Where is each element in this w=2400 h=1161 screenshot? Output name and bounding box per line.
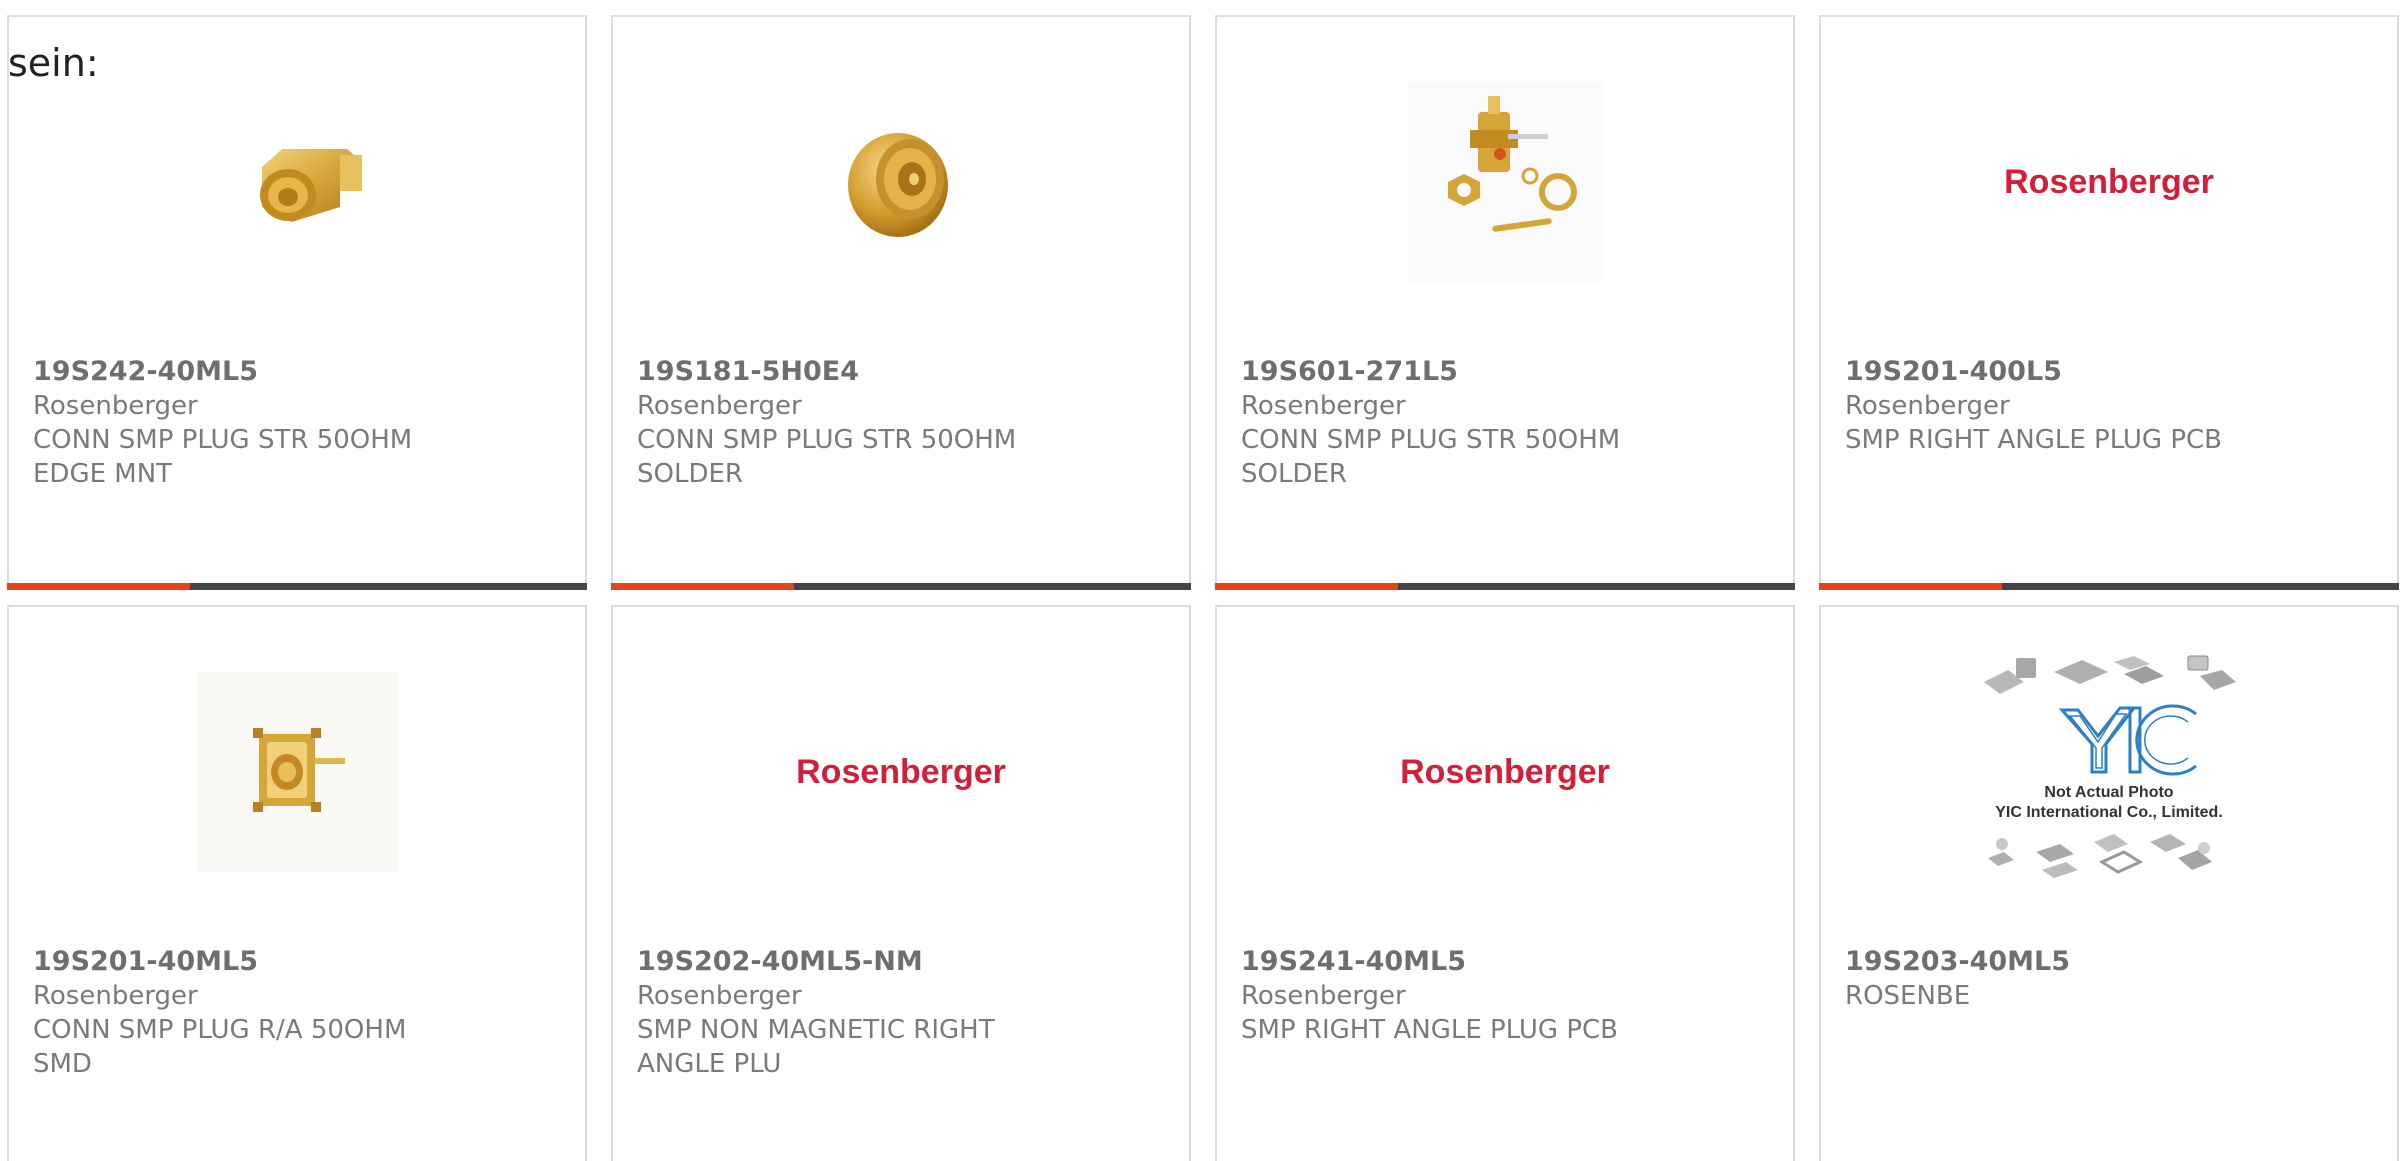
product-grid: 19S242-40ML5 Rosenberger CONN SMP PLUG S… — [7, 15, 2399, 1161]
manufacturer: Rosenberger — [1241, 981, 1406, 1011]
product-card[interactable]: 19S201-40ML5 Rosenberger CONN SMP PLUG R… — [7, 605, 587, 1161]
manufacturer: Rosenberger — [637, 981, 802, 1011]
placeholder-line-2: YIC International Co., Limited. — [1995, 804, 2223, 821]
page: sein: 19S242-40ML5 Rosenberger CONN SMP … — [0, 0, 2400, 1161]
product-card[interactable]: Rosenberger 19S202-40ML5-NM Rosenberger … — [611, 605, 1191, 1161]
description: SMP RIGHT ANGLE PLUG PCB — [1241, 1015, 1618, 1045]
manufacturer: ROSENBE — [1845, 981, 1971, 1011]
intro-text: sein: — [8, 41, 99, 85]
product-card[interactable]: Not Actual Photo YIC International Co., … — [1819, 605, 2399, 1161]
description: CONN SMP PLUG STR 50OHM SOLDER — [637, 425, 1017, 489]
product-image[interactable]: Rosenberger — [1217, 662, 1793, 882]
connector-kit-photo — [1407, 82, 1603, 282]
placeholder-line-1: Not Actual Photo — [2044, 784, 2173, 801]
rosenberger-logo: Rosenberger — [1400, 752, 1610, 791]
card-bar-accent — [7, 583, 190, 590]
product-card[interactable]: 19S181-5H0E4 Rosenberger CONN SMP PLUG S… — [611, 15, 1191, 590]
smd-connector-photo — [197, 672, 397, 872]
product-card[interactable]: Rosenberger 19S201-400L5 Rosenberger SMP… — [1819, 15, 2399, 590]
part-number[interactable]: 19S601-271L5 — [1241, 355, 1773, 389]
manufacturer: Rosenberger — [33, 981, 198, 1011]
card-bar — [1215, 583, 1795, 590]
manufacturer: Rosenberger — [33, 391, 198, 421]
part-number[interactable]: 19S181-5H0E4 — [637, 355, 1169, 389]
product-image[interactable] — [9, 662, 585, 882]
product-image[interactable]: Not Actual Photo YIC International Co., … — [1821, 655, 2397, 882]
description: CONN SMP PLUG STR 50OHM SOLDER — [1241, 425, 1621, 489]
part-number[interactable]: 19S241-40ML5 — [1241, 945, 1773, 979]
manufacturer: Rosenberger — [637, 391, 802, 421]
part-number[interactable]: 19S201-400L5 — [1845, 355, 2377, 389]
product-image[interactable] — [613, 72, 1189, 292]
rosenberger-logo: Rosenberger — [2004, 162, 2214, 201]
product-image[interactable]: Rosenberger — [1821, 72, 2397, 292]
card-bar — [7, 583, 587, 590]
description: CONN SMP PLUG R/A 50OHM SMD — [33, 1015, 407, 1079]
product-card[interactable]: Rosenberger 19S241-40ML5 Rosenberger SMP… — [1215, 605, 1795, 1161]
manufacturer: Rosenberger — [1845, 391, 2010, 421]
part-number[interactable]: 19S242-40ML5 — [33, 355, 565, 389]
edge-mount-connector-photo — [222, 127, 372, 237]
description: SMP RIGHT ANGLE PLUG PCB — [1845, 425, 2222, 455]
product-image[interactable]: Rosenberger — [613, 662, 1189, 882]
part-number[interactable]: 19S202-40ML5-NM — [637, 945, 1169, 979]
card-bar-accent — [611, 583, 794, 590]
rosenberger-logo: Rosenberger — [796, 752, 1006, 791]
description: SMP NON MAGNETIC RIGHT ANGLE PLU — [637, 1015, 995, 1079]
card-bar — [611, 583, 1191, 590]
product-card[interactable]: 19S242-40ML5 Rosenberger CONN SMP PLUG S… — [7, 15, 587, 590]
round-connector-photo — [848, 133, 948, 237]
product-image[interactable] — [9, 72, 585, 292]
card-bar — [1819, 583, 2399, 590]
product-image[interactable] — [1217, 72, 1793, 292]
description: CONN SMP PLUG STR 50OHM EDGE MNT — [33, 425, 413, 489]
part-number[interactable]: 19S203-40ML5 — [1845, 945, 2377, 979]
card-bar-accent — [1819, 583, 2002, 590]
not-actual-photo-placeholder: Not Actual Photo YIC International Co., … — [1984, 655, 2236, 878]
manufacturer: Rosenberger — [1241, 391, 1406, 421]
part-number[interactable]: 19S201-40ML5 — [33, 945, 565, 979]
card-bar-accent — [1215, 583, 1398, 590]
product-card[interactable]: 19S601-271L5 Rosenberger CONN SMP PLUG S… — [1215, 15, 1795, 590]
